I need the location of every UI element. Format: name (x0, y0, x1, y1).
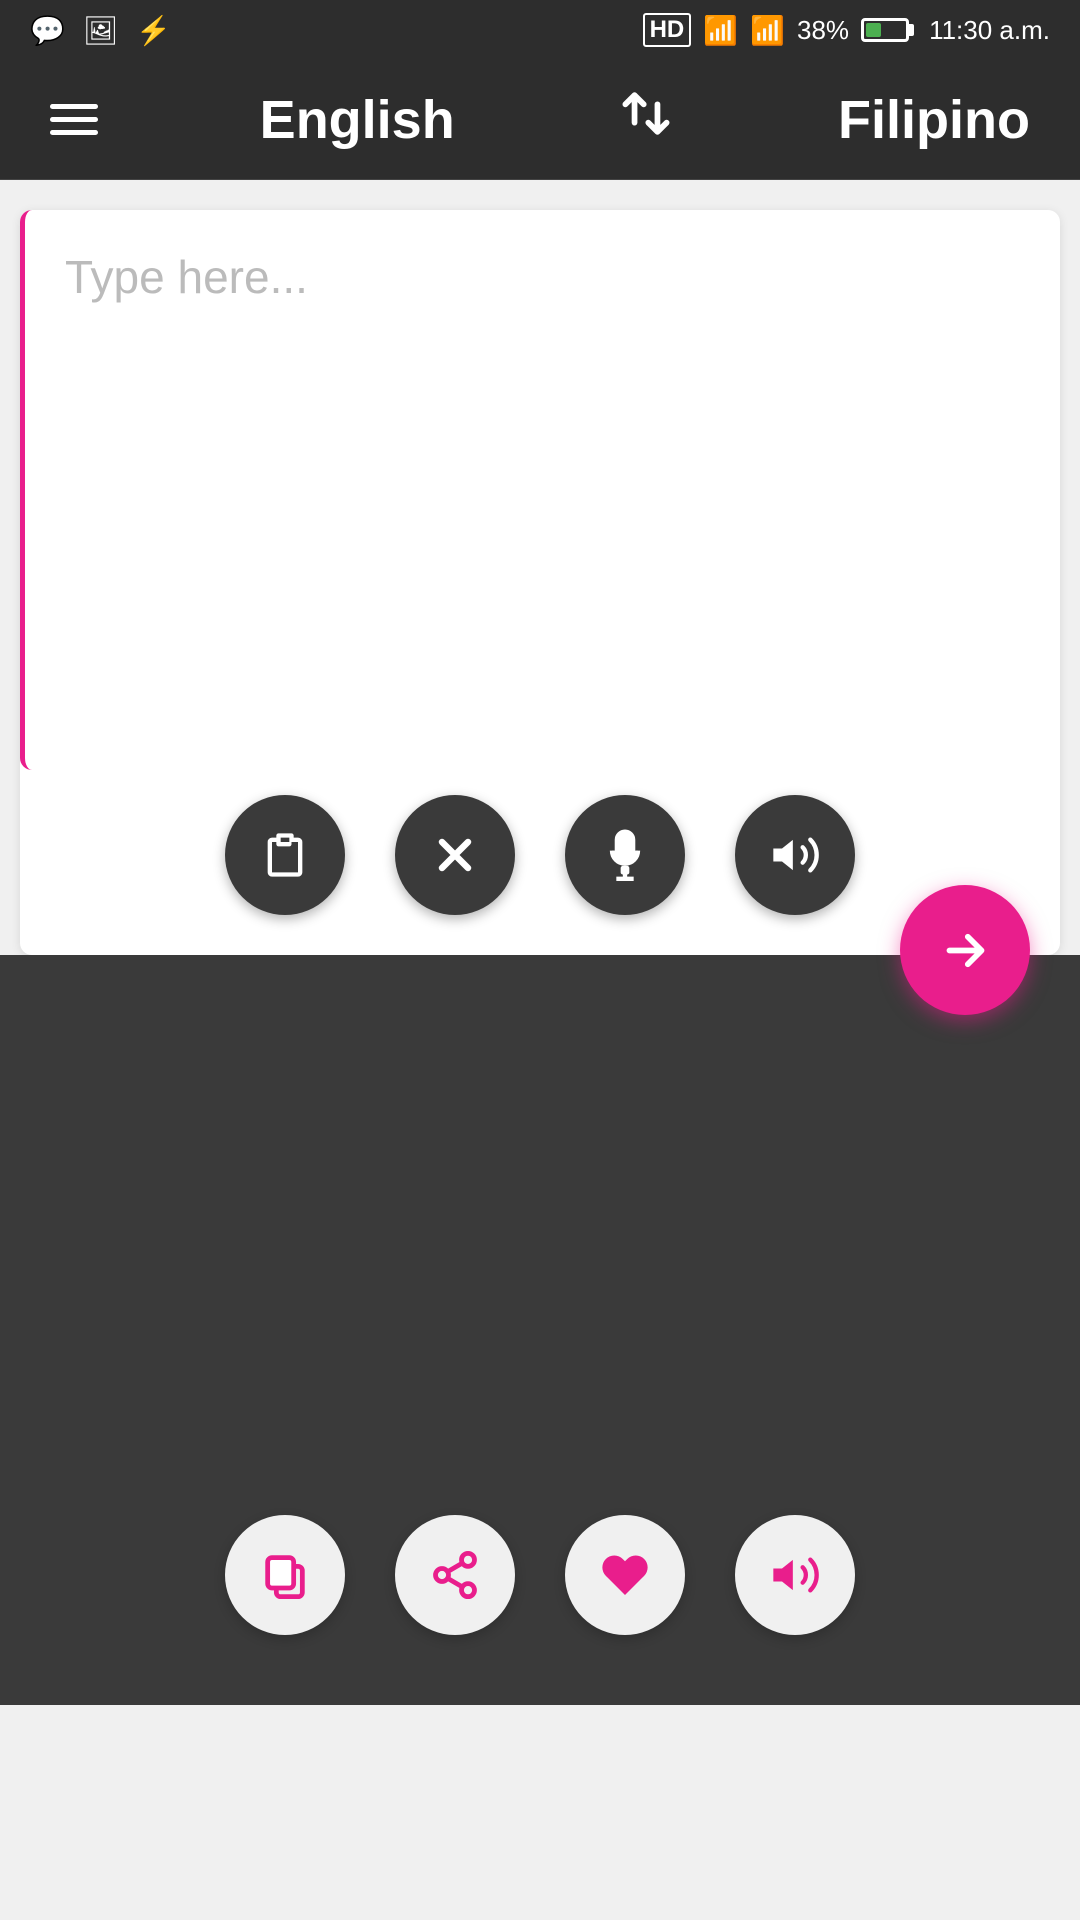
input-card (20, 210, 1060, 955)
paste-button[interactable] (225, 795, 345, 915)
menu-button[interactable] (50, 104, 98, 135)
output-actions (0, 1475, 1080, 1675)
translation-input[interactable] (20, 210, 1060, 770)
swap-languages-button[interactable] (616, 86, 676, 154)
output-area (0, 955, 1080, 1705)
app-toolbar: English Filipino (0, 60, 1080, 180)
status-bar: 💬 🖼 ⚡ HD 📶 📶 38% 11:30 a.m. (0, 0, 1080, 60)
status-bar-right: HD 📶 📶 38% 11:30 a.m. (643, 13, 1050, 47)
favorite-output-button[interactable] (565, 1515, 685, 1635)
battery-percent: 38% (797, 15, 849, 46)
hd-indicator: HD (643, 13, 692, 47)
speak-output-button[interactable] (735, 1515, 855, 1635)
signal-icon-2: 📶 (750, 14, 785, 47)
microphone-button[interactable] (565, 795, 685, 915)
language-to-button[interactable]: Filipino (838, 89, 1030, 151)
image-icon: 🖼 (83, 14, 119, 47)
time-display: 11:30 a.m. (929, 15, 1050, 46)
speak-input-button[interactable] (735, 795, 855, 915)
clear-button[interactable] (395, 795, 515, 915)
translate-button[interactable] (900, 885, 1030, 1015)
usb-icon: ⚡ (136, 14, 171, 47)
main-content (0, 210, 1080, 1705)
status-bar-left: 💬 🖼 ⚡ (30, 14, 171, 47)
battery-icon (861, 18, 909, 42)
whatsapp-icon: 💬 (30, 14, 65, 47)
language-from-button[interactable]: English (260, 89, 455, 151)
signal-icon: 📶 (703, 14, 738, 47)
copy-output-button[interactable] (225, 1515, 345, 1635)
share-output-button[interactable] (395, 1515, 515, 1635)
